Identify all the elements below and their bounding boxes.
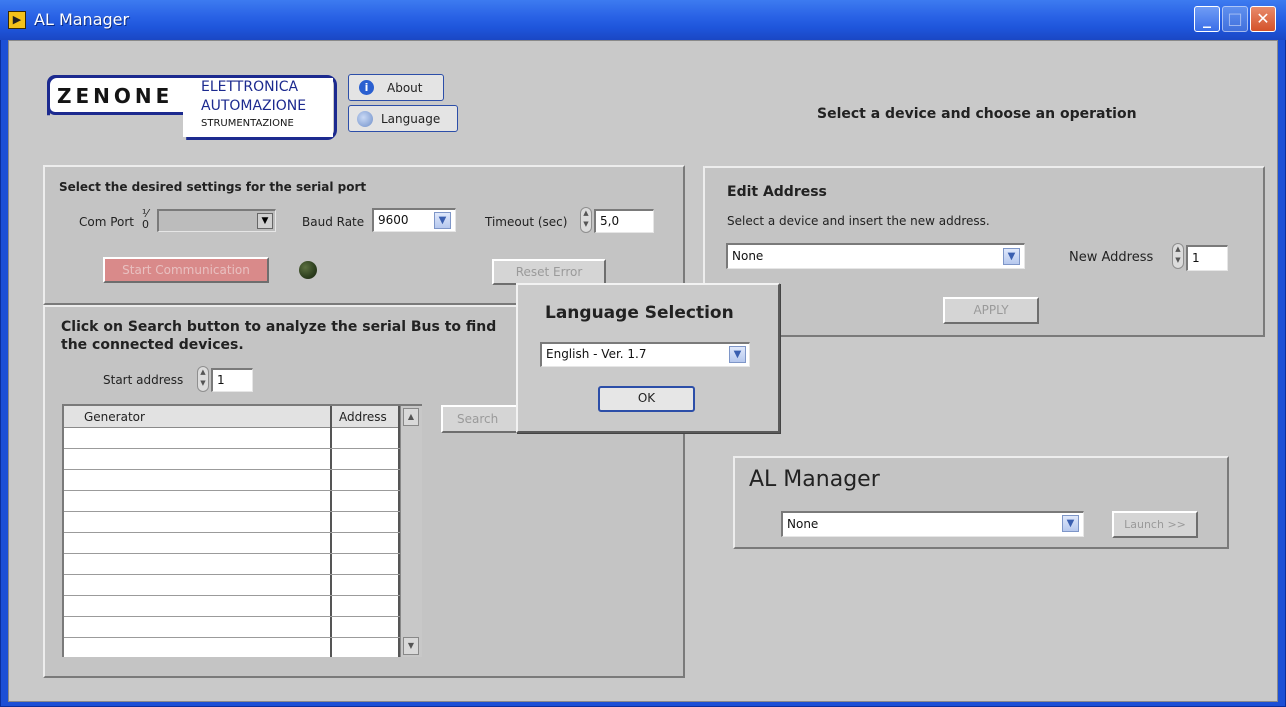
start-communication-button[interactable]: Start Communication [103, 257, 269, 283]
table-row[interactable] [64, 575, 400, 596]
start-address-spinner[interactable]: ▲ ▼ [197, 366, 209, 392]
language-label: Language [381, 112, 441, 126]
window-title: AL Manager [34, 10, 130, 29]
new-address-spinner[interactable]: ▲ ▼ [1172, 243, 1184, 269]
column-header-address[interactable]: Address [339, 410, 387, 424]
language-button[interactable]: Language [348, 105, 458, 132]
timeout-spinner[interactable]: ▲ ▼ [580, 207, 592, 233]
reset-error-button[interactable]: Reset Error [492, 259, 606, 285]
search-button[interactable]: Search [441, 405, 519, 433]
edit-device-dropdown-button[interactable]: ▼ [1003, 248, 1020, 265]
language-select[interactable]: English - Ver. 1.7 [540, 342, 750, 367]
logo-line2: AUTOMAZIONE [201, 98, 307, 114]
table-row[interactable] [64, 596, 400, 617]
table-row[interactable] [64, 512, 400, 533]
search-title-line1: Click on Search button to analyze the se… [61, 319, 497, 335]
com-port-label: Com Port [79, 215, 135, 229]
serial-settings-title: Select the desired settings for the seri… [59, 180, 367, 194]
info-icon: i [359, 80, 374, 95]
close-button[interactable]: ✕ [1250, 6, 1276, 32]
table-row[interactable] [64, 449, 400, 470]
timeout-input[interactable]: 5,0 [594, 209, 654, 233]
edit-device-select[interactable]: None [726, 243, 1025, 269]
search-title-line2: the connected devices. [61, 337, 244, 353]
logo-line1: ELETTRONICA [201, 79, 299, 95]
baud-rate-dropdown-button[interactable]: ▼ [434, 212, 451, 229]
start-address-label: Start address [103, 373, 184, 387]
apply-button[interactable]: APPLY [943, 297, 1039, 324]
language-ok-button[interactable]: OK [598, 386, 695, 412]
table-rows [64, 428, 400, 657]
table-row[interactable] [64, 470, 400, 491]
column-header-generator[interactable]: Generator [84, 410, 145, 424]
start-address-input[interactable]: 1 [211, 368, 253, 392]
com-port-dropdown-button[interactable]: ▼ [257, 213, 273, 229]
table-row[interactable] [64, 533, 400, 554]
al-manager-title: AL Manager [749, 467, 880, 492]
logo-line3: STRUMENTAZIONE [201, 118, 294, 129]
scroll-down-arrow-icon[interactable]: ▼ [403, 637, 419, 655]
table-row[interactable] [64, 428, 400, 449]
globe-icon [357, 111, 373, 127]
about-button[interactable]: i About [348, 74, 444, 101]
app-icon[interactable]: ▶ [8, 11, 26, 29]
timeout-label: Timeout (sec) [485, 215, 568, 229]
language-dropdown-button[interactable]: ▼ [729, 346, 746, 363]
table-row[interactable] [64, 491, 400, 512]
title-bar[interactable] [0, 0, 1286, 40]
table-row[interactable] [64, 638, 400, 657]
com-port-icon: ⅟0 [142, 207, 149, 231]
language-dialog-title: Language Selection [545, 303, 734, 323]
al-device-select[interactable]: None [781, 511, 1084, 537]
edit-address-title: Edit Address [727, 184, 827, 200]
launch-button[interactable]: Launch >> [1112, 511, 1198, 538]
new-address-input[interactable]: 1 [1186, 245, 1228, 271]
new-address-label: New Address [1069, 250, 1154, 265]
logo-brand: ZENONE [57, 84, 174, 108]
company-logo: ZENONE ELETTRONICA AUTOMAZIONE STRUMENTA… [43, 71, 343, 145]
table-row[interactable] [64, 554, 400, 575]
connection-led [299, 261, 317, 279]
devices-table[interactable]: Generator Address ▲ ▼ [62, 404, 422, 657]
table-row[interactable] [64, 617, 400, 638]
minimize-button[interactable]: _ [1194, 6, 1220, 32]
table-scrollbar[interactable]: ▲ ▼ [400, 406, 422, 657]
about-label: About [387, 81, 423, 95]
main-instruction: Select a device and choose an operation [817, 106, 1137, 122]
edit-address-subtitle: Select a device and insert the new addre… [727, 214, 990, 228]
baud-rate-label: Baud Rate [302, 215, 365, 229]
scroll-up-arrow-icon[interactable]: ▲ [403, 408, 419, 426]
al-device-dropdown-button[interactable]: ▼ [1062, 515, 1079, 532]
maximize-button[interactable]: □ [1222, 6, 1248, 32]
